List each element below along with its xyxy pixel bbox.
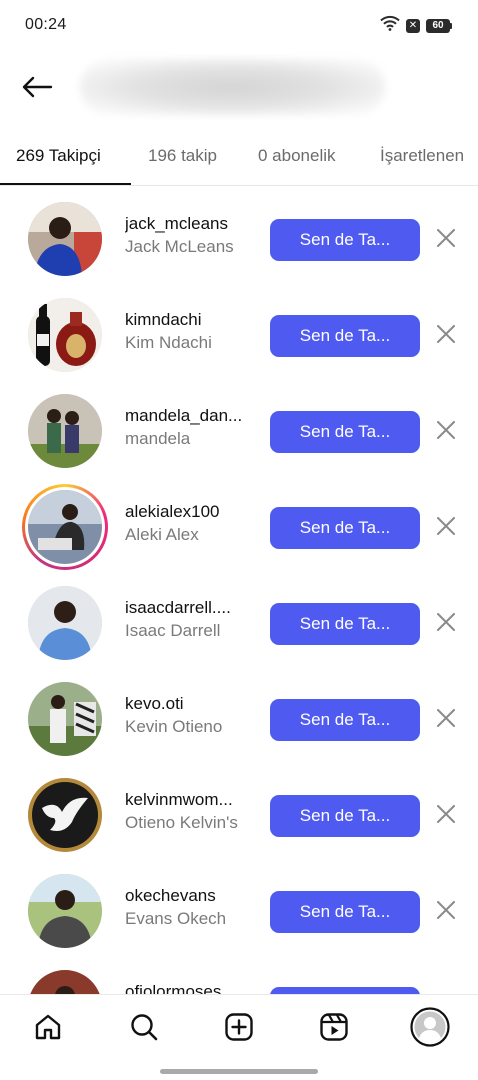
list-item[interactable]: alekialex100 Aleki Alex Sen de Ta... (0, 480, 478, 576)
full-name: Aleki Alex (125, 525, 199, 544)
avatar[interactable] (28, 394, 102, 468)
follow-back-button[interactable]: Sen de Ta... (270, 411, 420, 453)
avatar[interactable] (28, 970, 102, 994)
follow-back-button[interactable]: Sen de Ta... (270, 315, 420, 357)
blurred-username (80, 59, 385, 115)
nav-reels[interactable] (314, 1009, 354, 1049)
close-icon (437, 612, 455, 636)
list-item[interactable]: kimndachi Kim Ndachi Sen de Ta... (0, 288, 478, 384)
tab-following[interactable]: 196 takip (148, 146, 217, 166)
status-time: 00:24 (25, 16, 67, 33)
no-sim-icon: ✕ (406, 18, 420, 33)
nav-create[interactable] (219, 1009, 259, 1049)
tab-bar: 269 Takipçi 196 takip 0 abonelik İşaretl… (0, 126, 478, 186)
close-icon (437, 228, 455, 252)
follow-back-button[interactable]: Sen de Ta... (270, 603, 420, 645)
avatar[interactable] (28, 874, 102, 948)
close-icon (437, 900, 455, 924)
list-item[interactable]: kevo.oti Kevin Otieno Sen de Ta... (0, 672, 478, 768)
username[interactable]: kevo.oti (125, 694, 260, 714)
full-name: mandela (125, 429, 191, 448)
header (0, 52, 478, 126)
remove-follower-button[interactable] (434, 324, 458, 348)
username[interactable]: alekialex100 (125, 502, 260, 522)
remove-follower-button[interactable] (434, 900, 458, 924)
battery-icon: 60 (426, 18, 452, 33)
username[interactable]: jack_mcleans (125, 214, 260, 234)
list-item[interactable]: okechevans Evans Okech Sen de Ta... (0, 864, 478, 960)
search-icon (129, 1012, 159, 1047)
avatar[interactable] (28, 682, 102, 756)
reels-icon (319, 1012, 349, 1047)
nav-search[interactable] (124, 1009, 164, 1049)
status-bar: 00:24 ✕ 60 (0, 0, 478, 52)
avatar (28, 490, 102, 564)
status-icons: ✕ 60 (380, 15, 452, 36)
list-item[interactable]: ofiolormoses Sen de Ta... (0, 960, 478, 994)
tab-flagged[interactable]: İşaretlenen (380, 146, 464, 166)
avatar[interactable] (28, 778, 102, 852)
nav-home[interactable] (28, 1009, 68, 1049)
home-indicator[interactable] (160, 1069, 318, 1074)
list-item[interactable]: jack_mcleans Jack McLeans Sen de Ta... (0, 192, 478, 288)
remove-follower-button[interactable] (434, 516, 458, 540)
full-name: Kevin Otieno (125, 717, 223, 736)
username[interactable]: kimndachi (125, 310, 260, 330)
close-icon (437, 420, 455, 444)
list-item[interactable]: mandela_dan... mandela Sen de Ta... (0, 384, 478, 480)
tab-followers[interactable]: 269 Takipçi (16, 146, 101, 166)
full-name: Isaac Darrell (125, 621, 221, 640)
profile-icon (410, 1006, 450, 1052)
arrow-left-icon (21, 76, 53, 103)
username[interactable]: kelvinmwom... (125, 790, 260, 810)
close-icon (437, 804, 455, 828)
avatar[interactable] (28, 298, 102, 372)
remove-follower-button[interactable] (434, 708, 458, 732)
full-name: Kim Ndachi (125, 333, 212, 352)
close-icon (437, 324, 455, 348)
follow-back-button[interactable]: Sen de Ta... (270, 507, 420, 549)
follow-back-button[interactable]: Sen de Ta... (270, 891, 420, 933)
username[interactable]: ofiolormoses (125, 982, 260, 994)
active-tab-indicator (0, 183, 131, 185)
avatar[interactable] (28, 586, 102, 660)
back-button[interactable] (18, 70, 56, 108)
follow-back-button[interactable]: Sen de Ta... (270, 795, 420, 837)
list-item[interactable]: kelvinmwom... Otieno Kelvin's Sen de Ta.… (0, 768, 478, 864)
wifi-icon (380, 15, 400, 36)
list-item[interactable]: isaacdarrell.... Isaac Darrell Sen de Ta… (0, 576, 478, 672)
full-name: Otieno Kelvin's (125, 813, 238, 832)
follower-list[interactable]: jack_mcleans Jack McLeans Sen de Ta... k… (0, 192, 478, 994)
remove-follower-button[interactable] (434, 420, 458, 444)
follow-back-button[interactable]: Sen de Ta... (270, 219, 420, 261)
create-icon (224, 1012, 254, 1047)
nav-profile[interactable] (410, 1006, 450, 1052)
remove-follower-button[interactable] (434, 228, 458, 252)
home-icon (33, 1012, 63, 1047)
follow-back-button[interactable]: Sen de Ta... (270, 987, 420, 994)
remove-follower-button[interactable] (434, 612, 458, 636)
username[interactable]: isaacdarrell.... (125, 598, 260, 618)
remove-follower-button[interactable] (434, 804, 458, 828)
close-icon (437, 516, 455, 540)
close-icon (437, 708, 455, 732)
follow-back-button[interactable]: Sen de Ta... (270, 699, 420, 741)
full-name: Evans Okech (125, 909, 227, 928)
username[interactable]: mandela_dan... (125, 406, 260, 426)
avatar-story-ring[interactable] (22, 484, 108, 570)
battery-level: 60 (426, 18, 450, 33)
full-name: Jack McLeans (125, 237, 234, 256)
bottom-nav (0, 994, 478, 1080)
tab-subscriptions[interactable]: 0 abonelik (258, 146, 336, 166)
username[interactable]: okechevans (125, 886, 260, 906)
avatar[interactable] (28, 202, 102, 276)
